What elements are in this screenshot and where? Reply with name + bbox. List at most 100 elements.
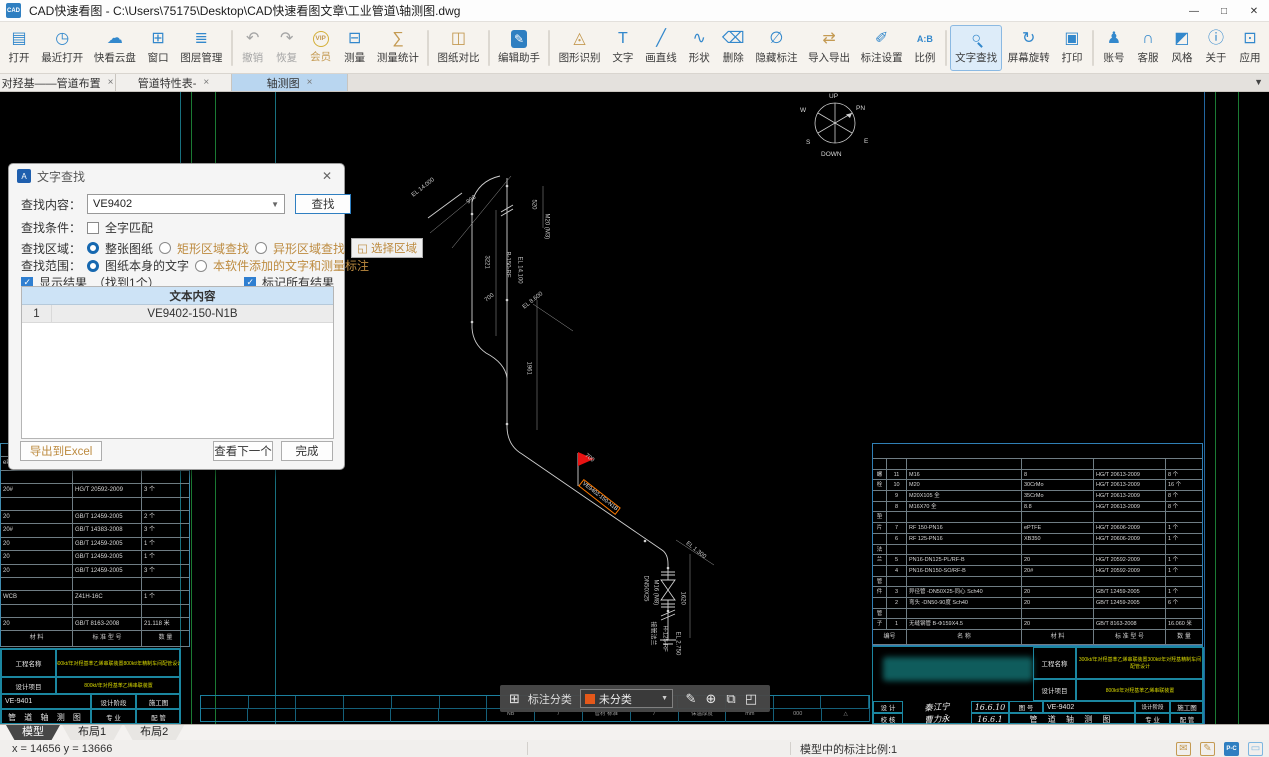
right-title-block: 工程名称 300kt/年对羟基苯乙烯串联装置300kt/年对羟基精制车间配管设计… — [872, 646, 1203, 724]
toolbar-icon: ∩ — [1142, 30, 1154, 48]
document-tab[interactable]: 轴测图 × — [232, 74, 348, 91]
export-excel-button[interactable]: 导出到Excel — [20, 441, 102, 461]
compass-rose — [786, 92, 886, 172]
pc-transfer-icon[interactable]: P-C — [1224, 742, 1239, 756]
toolbar-item-label: 关于 — [1205, 50, 1226, 65]
toolbar-item-label: 应用 — [1239, 50, 1260, 65]
sheet-tab-layout2[interactable]: 布局2 — [124, 725, 184, 741]
text-find-icon[interactable]: ○ 文字查找 — [950, 25, 1003, 71]
redo-icon[interactable]: ↷ 恢复 — [270, 25, 304, 71]
find-button[interactable]: 查找 — [295, 194, 351, 214]
hide-annotation-icon[interactable]: ∅ 隐藏标注 — [750, 25, 803, 71]
maximize-button[interactable]: □ — [1209, 0, 1239, 22]
toolbar-icon: ⊞ — [151, 30, 164, 48]
note-icon[interactable]: ✎ — [1200, 742, 1215, 756]
edit-assistant-icon[interactable]: ✎ 编辑助手 — [493, 25, 546, 71]
delete-icon[interactable]: ⌫ 删除 — [716, 25, 750, 71]
drawing-text-label: 图纸本身的文字 — [105, 257, 189, 274]
view-next-button[interactable]: 查看下一个 — [213, 441, 273, 461]
style-icon[interactable]: ◩ 风格 — [1165, 25, 1199, 71]
document-tab[interactable]: 管道特性表- × — [116, 74, 232, 91]
toolbar-item[interactable] — [231, 30, 233, 66]
sheet-tab-model[interactable]: 模型 — [6, 725, 60, 741]
document-tab[interactable]: 对羟基——管道布置 × — [0, 74, 116, 91]
tab-close-icon[interactable]: × — [203, 77, 209, 88]
feedback-icon[interactable]: ✉ — [1176, 742, 1191, 756]
frame-line — [1204, 92, 1205, 724]
scale-icon[interactable]: A:B 比例 — [908, 25, 942, 71]
paste-icon[interactable]: ◰ — [741, 691, 761, 707]
drawing-text-radio[interactable] — [87, 260, 99, 272]
rect-area-radio[interactable] — [159, 242, 171, 254]
print-icon[interactable]: ▣ 打印 — [1055, 25, 1089, 71]
account-icon[interactable]: ♟ 账号 — [1097, 25, 1131, 71]
tab-close-icon[interactable]: × — [307, 77, 313, 88]
import-export-icon[interactable]: ⇄ 导入导出 — [803, 25, 856, 71]
full-word-checkbox[interactable] — [87, 222, 99, 234]
shapes-icon[interactable]: ∿ 形状 — [682, 25, 716, 71]
added-text-radio[interactable] — [195, 260, 207, 272]
table-row: 20GB/T 12459-20053 个 — [1, 565, 189, 578]
toolbar-item[interactable] — [945, 30, 947, 66]
layers-icon[interactable]: ≣ 图层管理 — [175, 25, 228, 71]
dialog-title-bar[interactable]: A 文字查找 ✕ — [9, 164, 344, 188]
toolbar-item[interactable] — [1092, 30, 1094, 66]
RF 150-PN16: 片 7 RF 150-PN16ePTFE HG/T 20606-20091 个 — [873, 523, 1202, 534]
find-input[interactable]: VE9402 ▼ — [87, 194, 285, 214]
design-date: 16.6.10 — [971, 701, 1009, 713]
copy-icon[interactable]: ⧉ — [721, 691, 741, 707]
cloud-icon[interactable]: ☁ 快看云盘 — [89, 25, 142, 71]
drawing-compare-icon[interactable]: ◫ 图纸对比 — [432, 25, 485, 71]
toolbar-icon: ◷ — [55, 30, 69, 48]
category-grid-icon[interactable]: ⊞ — [509, 691, 520, 707]
chevron-down-icon: ▼ — [661, 695, 668, 702]
toolbar-item[interactable] — [548, 30, 550, 66]
poly-area-radio[interactable] — [255, 242, 267, 254]
apps-icon[interactable]: ⊡ 应用 — [1233, 25, 1267, 71]
tab-overflow-icon[interactable]: ▼ — [1254, 77, 1263, 87]
support-icon[interactable]: ∩ 客服 — [1131, 25, 1165, 71]
measure-icon[interactable]: ⊟ 测量 — [338, 25, 372, 71]
toolbar-icon: ◬ — [573, 30, 585, 48]
undo-icon[interactable]: ↶ 撤销 — [236, 25, 270, 71]
toolbar-item[interactable] — [427, 30, 429, 66]
done-button[interactable]: 完成 — [281, 441, 333, 461]
result-row[interactable]: 1 VE9402-150-N1B — [22, 305, 333, 323]
shape-recognition-icon[interactable]: ◬ 图形识别 — [553, 25, 606, 71]
toolbar-item[interactable] — [488, 30, 490, 66]
toolbar-item-label: 测量 — [344, 50, 365, 65]
vip-icon[interactable]: VIP 会员 — [304, 25, 338, 71]
recent-open-icon[interactable]: ◷ 最近打开 — [36, 25, 89, 71]
close-button[interactable]: ✕ — [1239, 0, 1269, 22]
select-area-button[interactable]: ◱ 选择区域 — [351, 238, 423, 258]
minimize-button[interactable]: — — [1179, 0, 1209, 22]
toolbar-item-label: 账号 — [1103, 50, 1124, 65]
whole-drawing-radio[interactable] — [87, 242, 99, 254]
measure-stats-icon[interactable]: ∑ 测量统计 — [372, 25, 425, 71]
window-icon[interactable]: ▭ — [1248, 742, 1263, 756]
edit-icon[interactable]: ✎ — [681, 691, 701, 707]
search-result-flag[interactable] — [578, 452, 594, 486]
sheet-tab-layout1[interactable]: 布局1 — [62, 725, 122, 741]
combo-arrow-icon[interactable]: ▼ — [271, 200, 279, 209]
document-tab-label: 轴测图 — [267, 75, 300, 91]
move-icon[interactable]: ⊕ — [701, 691, 721, 707]
about-icon[interactable]: ⓘ 关于 — [1199, 25, 1233, 71]
window-icon[interactable]: ⊞ 窗口 — [141, 25, 175, 71]
M20X105 全: 9 M20X105 全35CrMo HG/T 20613-20098 个 — [873, 491, 1202, 502]
stage-value: 施工图 — [1170, 701, 1204, 713]
open-icon[interactable]: ▤ 打开 — [2, 25, 36, 71]
annotation-settings-icon[interactable]: ✐ 标注设置 — [855, 25, 908, 71]
draw-line-icon[interactable]: ╱ 画直线 — [640, 25, 682, 71]
text-icon[interactable]: T 文字 — [606, 25, 640, 71]
find-area-label: 查找区域： — [21, 240, 81, 257]
screen-rotate-icon[interactable]: ↻ 屏幕旋转 — [1002, 25, 1055, 71]
category-select[interactable]: 未分类 ▼ — [580, 689, 673, 708]
toolbar-icon: ♟ — [1107, 30, 1121, 48]
dialog-close-icon[interactable]: ✕ — [318, 169, 336, 183]
table-row: 20#HG/T 20592-20093 个 — [1, 484, 189, 497]
toolbar-item-label: 最近打开 — [41, 50, 83, 65]
parameter-cell: △ — [822, 708, 870, 722]
toolbar-icon: ↷ — [280, 30, 293, 48]
tab-close-icon[interactable]: × — [108, 77, 114, 88]
